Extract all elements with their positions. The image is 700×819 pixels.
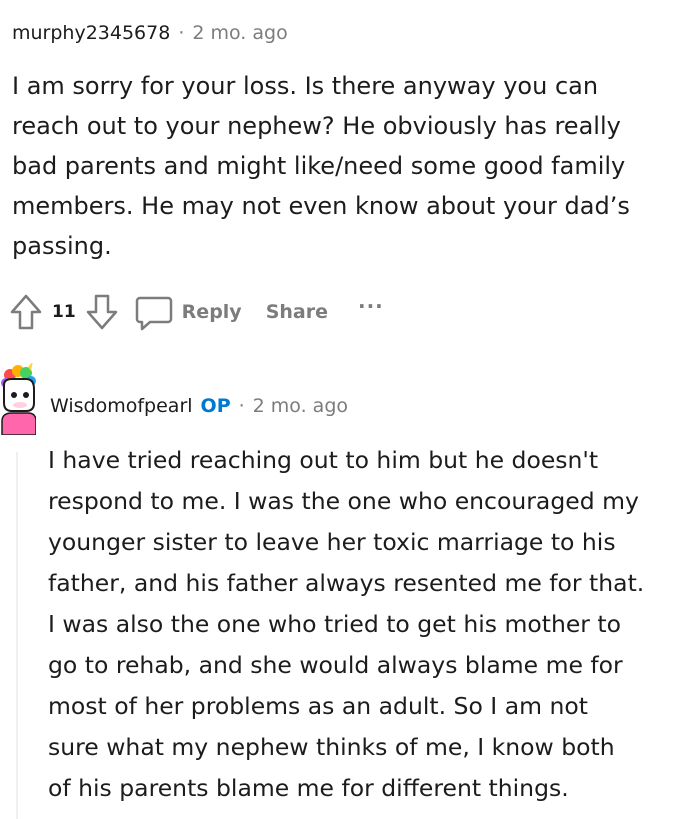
comment-timestamp[interactable]: 2 mo. ago (253, 395, 348, 417)
comment-author[interactable]: Wisdomofpearl (50, 395, 193, 417)
meta-separator: · (238, 395, 245, 417)
comment-reply: Wisdomofpearl OP · 2 mo. ago I have trie… (0, 0, 700, 819)
comment-meta: Wisdomofpearl OP · 2 mo. ago (50, 395, 348, 417)
op-badge: OP (200, 395, 231, 417)
comment-body: I have tried reaching out to him but he … (48, 446, 645, 802)
